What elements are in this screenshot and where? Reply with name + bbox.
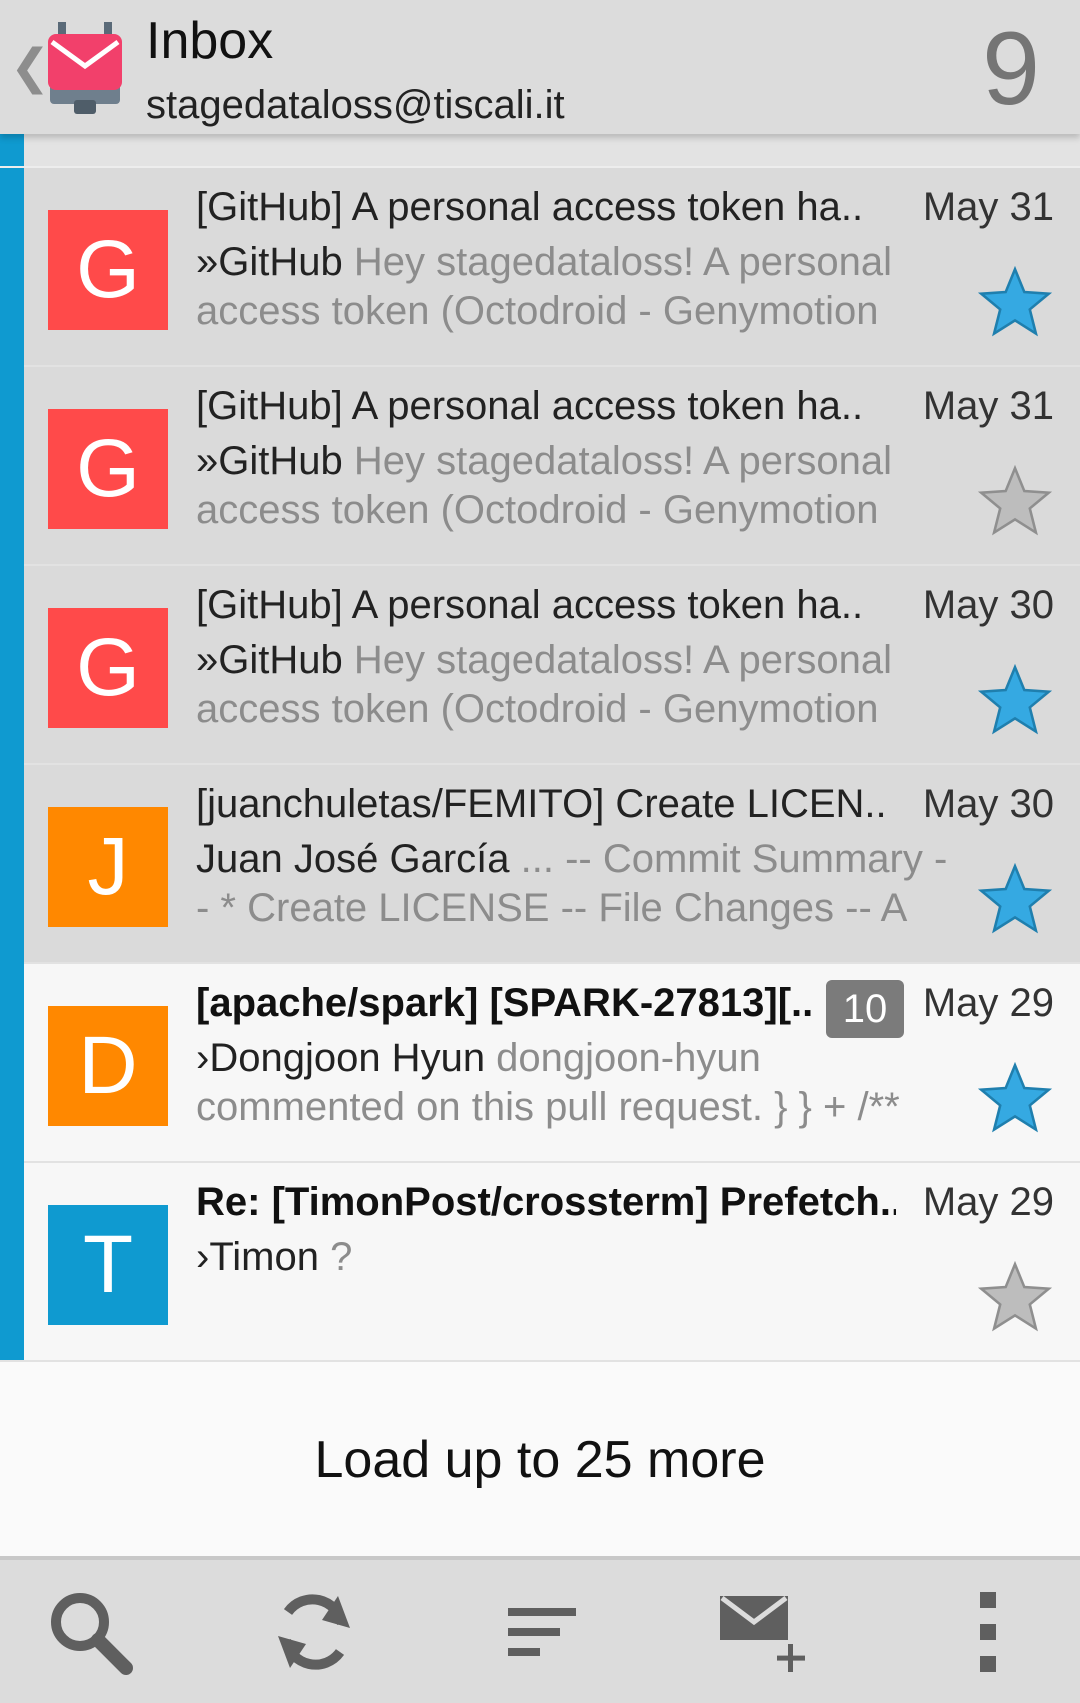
message-snippet: ? xyxy=(318,1235,353,1279)
star-icon[interactable] xyxy=(976,863,1054,937)
message-sender: »GitHub xyxy=(196,240,343,284)
message-preview: ›Timon ? xyxy=(196,1233,954,1282)
overflow-menu-icon[interactable] xyxy=(940,1584,1036,1680)
account-color-chip xyxy=(0,367,24,566)
refresh-icon[interactable] xyxy=(266,1584,362,1680)
message-subject: Re: [TimonPost/crossterm] Prefetch.. xyxy=(196,1180,896,1224)
avatar[interactable]: G xyxy=(48,210,168,330)
thread-count-badge: 10 xyxy=(826,980,904,1038)
message-list[interactable]: G [GitHub] A personal access token ha.. … xyxy=(0,134,1080,1362)
star-icon[interactable] xyxy=(976,664,1054,738)
message-sender: Juan José García xyxy=(196,837,510,881)
account-color-chip xyxy=(0,168,24,367)
unread-count: 9 xyxy=(982,11,1040,127)
message-sender: »GitHub xyxy=(196,638,343,682)
message-date: May 30 xyxy=(922,782,1054,826)
message-date: May 31 xyxy=(922,384,1054,428)
message-row[interactable]: G [GitHub] A personal access token ha.. … xyxy=(0,566,1080,765)
message-sender: ›Dongjoon Hyun xyxy=(196,1036,486,1080)
avatar[interactable]: G xyxy=(48,608,168,728)
message-row[interactable]: J [juanchuletas/FEMITO] Create LICEN.. M… xyxy=(0,765,1080,964)
compose-icon[interactable] xyxy=(716,1584,812,1680)
k9-mail-logo[interactable] xyxy=(44,22,126,114)
message-subject: [GitHub] A personal access token ha.. xyxy=(196,384,864,428)
message-preview: ›Dongjoon Hyun dongjoon-hyun commented o… xyxy=(196,1034,954,1132)
message-date: May 30 xyxy=(922,583,1054,627)
account-color-chip xyxy=(0,964,24,1163)
message-row[interactable]: T Re: [TimonPost/crossterm] Prefetch.. M… xyxy=(0,1163,1080,1362)
star-icon[interactable] xyxy=(976,1062,1054,1136)
message-preview: »GitHub Hey stagedataloss! A personal ac… xyxy=(196,238,954,336)
message-subject: [GitHub] A personal access token ha.. xyxy=(196,185,864,229)
message-row[interactable]: G [GitHub] A personal access token ha.. … xyxy=(0,168,1080,367)
load-more-button[interactable]: Load up to 25 more xyxy=(0,1360,1080,1558)
message-date: May 29 xyxy=(922,981,1054,1025)
message-sender: ›Timon xyxy=(196,1235,319,1279)
avatar[interactable]: J xyxy=(48,807,168,927)
search-icon[interactable] xyxy=(42,1584,138,1680)
account-color-chip xyxy=(0,134,24,166)
message-preview: Juan José García ... -- Commit Summary -… xyxy=(196,835,954,933)
star-icon[interactable] xyxy=(976,266,1054,340)
message-row[interactable]: G [GitHub] A personal access token ha.. … xyxy=(0,367,1080,566)
avatar[interactable]: D xyxy=(48,1006,168,1126)
message-subject: [GitHub] A personal access token ha.. xyxy=(196,583,864,627)
account-color-chip xyxy=(0,566,24,765)
message-preview: »GitHub Hey stagedataloss! A personal ac… xyxy=(196,636,954,734)
message-sender: »GitHub xyxy=(196,439,343,483)
message-row[interactable]: D [apache/spark] [SPARK-27813][.. 10 May… xyxy=(0,964,1080,1163)
star-outline-icon[interactable] xyxy=(976,1261,1054,1335)
message-date: May 29 xyxy=(922,1180,1054,1224)
message-date: May 31 xyxy=(922,185,1054,229)
action-bar: ❮ Inbox stagedataloss@tiscali.it 9 xyxy=(0,0,1080,134)
avatar[interactable]: T xyxy=(48,1205,168,1325)
message-preview: »GitHub Hey stagedataloss! A personal ac… xyxy=(196,437,954,535)
page-title: Inbox xyxy=(146,12,274,70)
sort-icon[interactable] xyxy=(492,1584,588,1680)
account-color-chip xyxy=(0,765,24,964)
list-top-spacer xyxy=(0,134,1080,168)
account-email: stagedataloss@tiscali.it xyxy=(146,83,565,127)
bottom-action-bar xyxy=(0,1556,1080,1703)
message-subject: [apache/spark] [SPARK-27813][.. xyxy=(196,981,814,1025)
message-subject: [juanchuletas/FEMITO] Create LICEN.. xyxy=(196,782,887,826)
account-color-chip xyxy=(0,1163,24,1362)
star-outline-icon[interactable] xyxy=(976,465,1054,539)
avatar[interactable]: G xyxy=(48,409,168,529)
